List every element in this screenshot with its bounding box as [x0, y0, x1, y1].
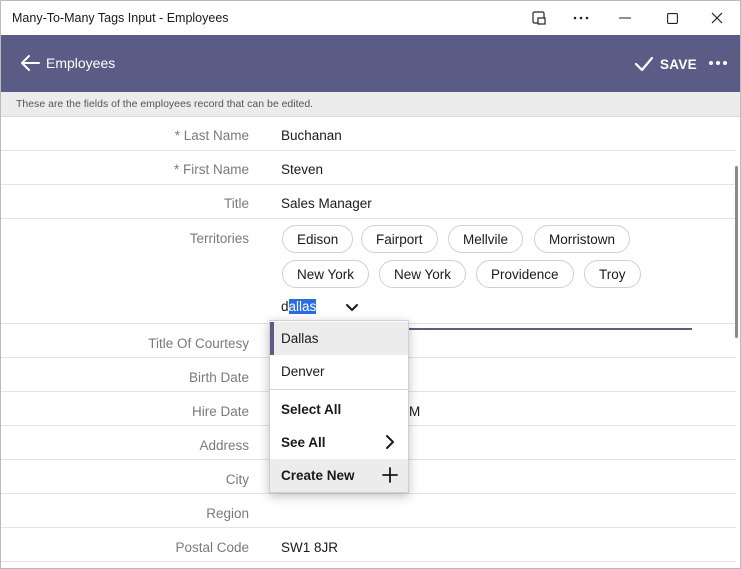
suggestion-item[interactable]: Dallas	[270, 322, 408, 355]
compact-overlay-icon[interactable]	[516, 1, 562, 35]
save-button[interactable]: SAVE	[634, 51, 697, 77]
last-name-input[interactable]: Buchanan	[281, 128, 342, 143]
title-label: Title	[223, 196, 249, 211]
save-label: SAVE	[660, 56, 697, 72]
last-name-label: * Last Name	[174, 128, 249, 143]
chevron-down-icon[interactable]	[345, 303, 359, 313]
page-title: Employees	[46, 55, 116, 71]
more-options-icon[interactable]	[707, 53, 729, 73]
field-title: Title Sales Manager	[1, 185, 736, 219]
see-all-button[interactable]: See All	[270, 426, 408, 459]
suggestion-dropdown: Dallas Denver Select All See All Create …	[269, 320, 409, 493]
tag-chip[interactable]: Fairport	[361, 225, 438, 253]
hire-date-value[interactable]: M	[409, 404, 420, 419]
arrow-left-icon[interactable]	[19, 53, 41, 73]
typed-prefix: d	[281, 299, 289, 314]
field-first-name: * First Name Steven	[1, 151, 736, 185]
typed-selection: allas	[288, 299, 317, 314]
plus-icon	[382, 467, 398, 483]
see-all-label: See All	[281, 435, 326, 450]
tag-chip[interactable]: Edison	[282, 225, 354, 253]
tag-chip[interactable]: Troy	[584, 260, 641, 288]
region-label: Region	[206, 506, 249, 521]
select-all-button[interactable]: Select All	[270, 393, 408, 426]
info-text: These are the fields of the employees re…	[16, 98, 314, 110]
highlight-bar	[270, 322, 274, 355]
chevron-right-icon	[386, 435, 394, 449]
birth-date-label: Birth Date	[188, 370, 249, 385]
title-bar: Many-To-Many Tags Input - Employees	[1, 1, 740, 35]
title-of-courtesy-label: Title Of Courtesy	[148, 336, 249, 351]
dropdown-divider	[270, 389, 408, 390]
territories-label: Territories	[189, 231, 249, 246]
titlebar-more-icon[interactable]	[558, 1, 604, 35]
app-window: Many-To-Many Tags Input - Employees Empl…	[0, 0, 741, 569]
tag-chip[interactable]: Mellvile	[448, 225, 524, 253]
tag-chip[interactable]: Morristown	[534, 225, 631, 253]
postal-code-label: Postal Code	[175, 540, 249, 555]
tag-chip[interactable]: New York	[282, 260, 370, 288]
suggestion-label: Dallas	[281, 331, 319, 346]
minimize-icon[interactable]	[602, 1, 648, 35]
suggestion-item[interactable]: Denver	[270, 355, 408, 388]
suggestion-label: Denver	[281, 364, 325, 379]
select-all-label: Select All	[281, 402, 342, 417]
field-last-name: * Last Name Buchanan	[1, 117, 736, 151]
field-region: Region	[1, 494, 736, 528]
city-label: City	[225, 472, 249, 487]
first-name-label: * First Name	[173, 162, 249, 177]
window-title: Many-To-Many Tags Input - Employees	[12, 11, 229, 25]
close-icon[interactable]	[694, 1, 740, 35]
create-new-label: Create New	[281, 468, 355, 483]
check-icon	[634, 56, 654, 72]
first-name-input[interactable]: Steven	[281, 162, 323, 177]
maximize-icon[interactable]	[649, 1, 695, 35]
postal-code-input[interactable]: SW1 8JR	[281, 540, 338, 555]
vertical-scrollbar[interactable]	[735, 166, 738, 338]
tag-chip[interactable]: New York	[379, 260, 467, 288]
address-label: Address	[199, 438, 249, 453]
info-banner: These are the fields of the employees re…	[1, 92, 740, 117]
tag-search-input[interactable]: dallas	[281, 299, 317, 314]
app-header: Employees SAVE	[1, 35, 740, 92]
hire-date-label: Hire Date	[191, 404, 249, 419]
create-new-button[interactable]: Create New	[270, 459, 408, 492]
field-postal-code: Postal Code SW1 8JR	[1, 528, 736, 562]
title-input[interactable]: Sales Manager	[281, 196, 372, 211]
tag-chip[interactable]: Providence	[476, 260, 574, 288]
